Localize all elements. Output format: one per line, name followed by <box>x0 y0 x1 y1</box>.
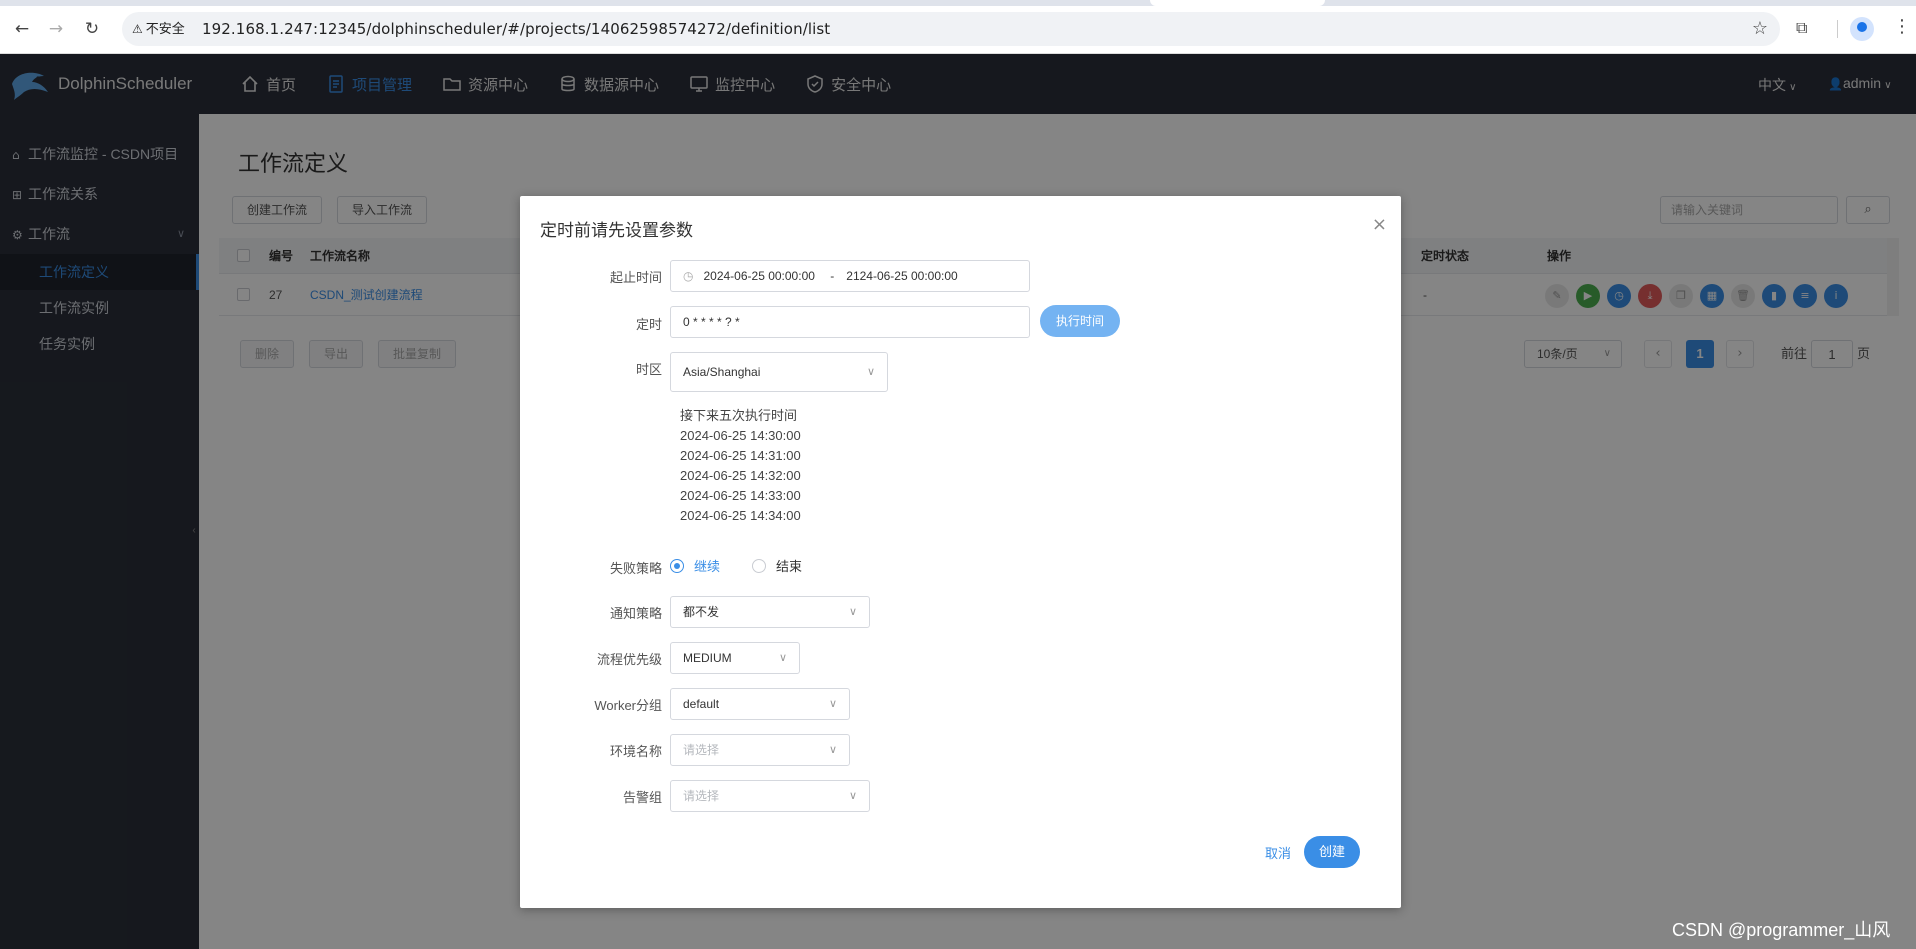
time-range-picker[interactable]: ◷ 2024-06-25 00:00:00 -2124-06-25 00:00:0… <box>670 260 1030 292</box>
next-times-title: 接下来五次执行时间 <box>680 408 798 423</box>
failure-strategy-label: 失败策略 <box>609 561 662 576</box>
chevron-down-icon: ∨ <box>866 365 875 378</box>
worker-group-select[interactable]: default ∨ <box>670 688 850 720</box>
dialog-title: 定时前请先设置参数 <box>540 221 693 240</box>
chevron-down-icon: ∨ <box>828 743 837 756</box>
timezone-select[interactable]: Asia/Shanghai ∨ <box>670 352 888 392</box>
environment-label: 环境名称 <box>609 744 662 759</box>
browser-chrome: ← → ↻ ⚠ 不安全 192.168.1.247:12345/dolphinsc… <box>0 0 1916 54</box>
cron-label: 定时 <box>635 317 662 332</box>
chevron-down-icon: ∨ <box>778 651 787 664</box>
schedule-dialog: 定时前请先设置参数 × 起止时间 ◷ 2024-06-25 00:00:00 -2… <box>520 196 1401 908</box>
url-text[interactable]: 192.168.1.247:12345/dolphinscheduler/#/p… <box>202 19 830 39</box>
browser-menu-icon[interactable]: ⋮ <box>1893 16 1911 37</box>
toolbar-divider <box>1837 20 1838 38</box>
next-time-item: 2024-06-25 14:34:00 <box>680 508 801 523</box>
next-time-item: 2024-06-25 14:31:00 <box>680 448 801 463</box>
extensions-icon[interactable]: ⧉ <box>1796 18 1818 40</box>
address-bar[interactable]: ⚠ 不安全 192.168.1.247:12345/dolphinschedule… <box>122 12 1780 46</box>
execution-time-button[interactable]: 执行时间 <box>1040 305 1120 337</box>
notify-strategy-label: 通知策略 <box>609 606 662 621</box>
reload-icon[interactable]: ↻ <box>82 19 102 39</box>
alert-group-label: 告警组 <box>622 790 662 805</box>
failure-continue-radio[interactable]: 继续 <box>670 556 720 575</box>
next-time-item: 2024-06-25 14:30:00 <box>680 428 801 443</box>
warning-icon: ⚠ <box>132 22 143 36</box>
back-icon[interactable]: ← <box>12 19 32 39</box>
alert-group-select[interactable]: 请选择 ∨ <box>670 780 870 812</box>
time-range-label: 起止时间 <box>609 270 662 285</box>
environment-select[interactable]: 请选择 ∨ <box>670 734 850 766</box>
chevron-down-icon: ∨ <box>848 789 857 802</box>
forward-icon[interactable]: → <box>46 19 66 39</box>
notify-strategy-select[interactable]: 都不发 ∨ <box>670 596 870 628</box>
security-warning[interactable]: ⚠ 不安全 <box>132 19 185 39</box>
next-time-item: 2024-06-25 14:32:00 <box>680 468 801 483</box>
timezone-label: 时区 <box>635 362 662 377</box>
next-execution-times: 接下来五次执行时间 2024-06-25 14:30:00 2024-06-25… <box>680 406 801 526</box>
watermark: CSDN @programmer_山风 <box>1672 920 1891 940</box>
tab-strip <box>0 0 1916 6</box>
close-icon[interactable]: × <box>1372 214 1387 235</box>
worker-group-label: Worker分组 <box>594 698 662 713</box>
priority-select[interactable]: MEDIUM ∨ <box>670 642 800 674</box>
profile-avatar-icon[interactable] <box>1850 17 1874 41</box>
chevron-down-icon: ∨ <box>828 697 837 710</box>
priority-label: 流程优先级 <box>596 652 662 667</box>
bookmark-star-icon[interactable]: ☆ <box>1752 18 1768 39</box>
create-button[interactable]: 创建 <box>1304 836 1360 868</box>
clock-icon: ◷ <box>683 269 694 283</box>
next-time-item: 2024-06-25 14:33:00 <box>680 488 801 503</box>
chevron-down-icon: ∨ <box>848 605 857 618</box>
cron-input[interactable]: 0 * * * * ? * <box>670 306 1030 338</box>
cancel-button[interactable]: 取消 <box>1265 843 1291 862</box>
failure-end-radio[interactable]: 结束 <box>752 556 802 575</box>
